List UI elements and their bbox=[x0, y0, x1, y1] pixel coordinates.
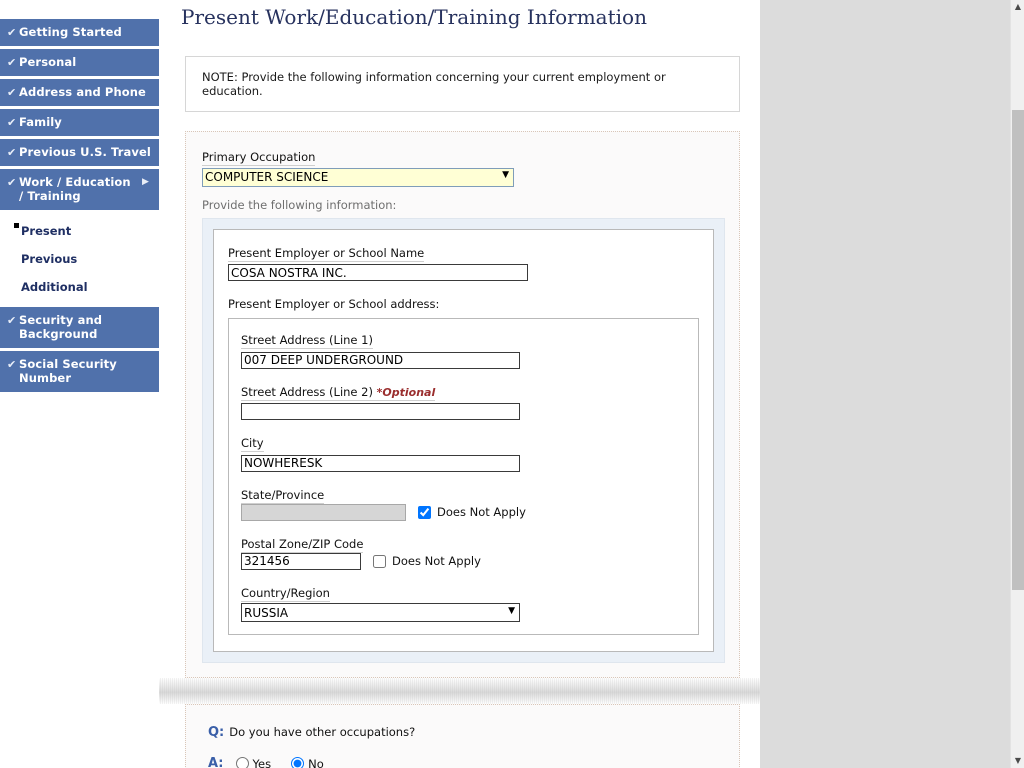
employer-panel-outer: Present Employer or School Name Present … bbox=[202, 217, 725, 663]
sidebar-item-family[interactable]: ✔ Family bbox=[0, 109, 159, 139]
street1-label: Street Address (Line 1) bbox=[241, 333, 373, 349]
address-panel: Street Address (Line 1) Street Address (… bbox=[228, 318, 699, 635]
employer-name-label: Present Employer or School Name bbox=[228, 245, 425, 262]
check-icon: ✔ bbox=[7, 116, 17, 129]
question-row: Q: Do you have other occupations? bbox=[208, 725, 725, 740]
answer-mark-label: A: bbox=[208, 756, 224, 768]
country-group: Country/Region RUSSIA ▼ bbox=[241, 582, 686, 622]
state-does-not-apply-checkbox[interactable] bbox=[418, 505, 431, 519]
note-text: NOTE: Provide the following information … bbox=[202, 70, 666, 98]
sidebar-subitem-label: Additional bbox=[21, 280, 88, 294]
state-input bbox=[241, 503, 406, 521]
check-icon: ✔ bbox=[7, 26, 17, 39]
answer-row: A: Yes No bbox=[208, 756, 725, 768]
check-icon: ✔ bbox=[7, 314, 17, 327]
sidebar-item-label: Address and Phone bbox=[19, 85, 146, 99]
street2-input[interactable] bbox=[241, 403, 520, 420]
street2-label-text: Street Address (Line 2) bbox=[241, 384, 373, 399]
primary-occupation-label: Primary Occupation bbox=[202, 150, 316, 166]
sidebar-item-address-and-phone[interactable]: ✔ Address and Phone bbox=[0, 79, 159, 109]
main-content: Present Work/Education/Training Informat… bbox=[159, 0, 760, 768]
other-occupations-yes-radio[interactable] bbox=[235, 757, 249, 768]
question-mark-label: Q: bbox=[208, 725, 225, 740]
scroll-down-arrow-icon[interactable]: ▼ bbox=[1011, 754, 1024, 768]
primary-occupation-group: Primary Occupation COMPUTER SCIENCE ▼ bbox=[202, 146, 725, 187]
primary-occupation-select[interactable]: COMPUTER SCIENCE bbox=[202, 167, 514, 187]
provide-info-hint: Provide the following information: bbox=[202, 197, 397, 212]
check-icon: ✔ bbox=[7, 86, 17, 99]
city-input[interactable] bbox=[241, 454, 520, 472]
postal-input[interactable] bbox=[241, 552, 361, 570]
employer-panel-inner: Present Employer or School Name Present … bbox=[213, 228, 714, 652]
vertical-scrollbar[interactable]: ▲ ▼ bbox=[1010, 0, 1024, 768]
street2-optional-tag: *Optional bbox=[376, 385, 436, 399]
sidebar-item-previous-us-travel[interactable]: ✔ Previous U.S. Travel bbox=[0, 139, 159, 169]
other-occupations-no-label: No bbox=[308, 756, 324, 768]
note-box: NOTE: Provide the following information … bbox=[185, 56, 740, 112]
sidebar-subitem-label: Present bbox=[21, 224, 72, 238]
country-select[interactable]: RUSSIA bbox=[241, 603, 520, 622]
sidebar: ✔ Getting Started ✔ Personal ✔ Address and … bbox=[0, 0, 159, 768]
scroll-up-arrow-icon[interactable]: ▲ bbox=[1011, 0, 1024, 14]
check-icon: ✔ bbox=[7, 56, 17, 69]
sidebar-subitem-present[interactable]: Present bbox=[0, 217, 159, 245]
question-text: Do you have other occupations? bbox=[229, 725, 416, 739]
check-icon: ✔ bbox=[7, 358, 17, 371]
street2-group: Street Address (Line 2) *Optional bbox=[241, 381, 686, 420]
sidebar-subitem-label: Previous bbox=[21, 252, 78, 266]
work-info-section: Primary Occupation COMPUTER SCIENCE ▼ Pr… bbox=[185, 131, 740, 678]
page-title: Present Work/Education/Training Informat… bbox=[181, 5, 647, 29]
sidebar-item-personal[interactable]: ✔ Personal bbox=[0, 49, 159, 79]
street1-group: Street Address (Line 1) bbox=[241, 329, 686, 369]
sidebar-item-label: Security and Background bbox=[19, 313, 103, 341]
postal-does-not-apply-label: Does Not Apply bbox=[392, 554, 481, 568]
postal-group: Postal Zone/ZIP Code Does Not Apply bbox=[241, 533, 686, 570]
state-does-not-apply-label: Does Not Apply bbox=[437, 505, 526, 519]
sidebar-subnav: Present Previous Additional bbox=[0, 213, 159, 307]
chevron-right-icon: ▶ bbox=[141, 177, 149, 187]
check-icon: ✔ bbox=[7, 176, 17, 189]
sidebar-item-security-and-background[interactable]: ✔ Security and Background bbox=[0, 307, 159, 351]
sidebar-item-label: Previous U.S. Travel bbox=[19, 145, 151, 159]
other-occupations-yes-label: Yes bbox=[252, 756, 272, 768]
country-select-wrap: RUSSIA ▼ bbox=[241, 602, 520, 622]
right-gray-panel bbox=[760, 0, 1010, 768]
street1-input[interactable] bbox=[241, 351, 520, 369]
sidebar-subitem-additional[interactable]: Additional bbox=[0, 273, 159, 301]
section-separator bbox=[159, 678, 760, 704]
sidebar-item-label: Family bbox=[19, 115, 62, 129]
other-occupations-section: Q: Do you have other occupations? A: Yes … bbox=[185, 704, 740, 768]
sidebar-item-getting-started[interactable]: ✔ Getting Started bbox=[0, 19, 159, 49]
postal-label: Postal Zone/ZIP Code bbox=[241, 536, 364, 553]
city-group: City bbox=[241, 432, 686, 472]
sidebar-item-label: Personal bbox=[19, 55, 77, 69]
scrollbar-thumb[interactable] bbox=[1012, 110, 1024, 590]
state-label: State/Province bbox=[241, 487, 325, 504]
sidebar-item-social-security-number[interactable]: ✔ Social Security Number bbox=[0, 351, 159, 395]
country-label: Country/Region bbox=[241, 585, 330, 602]
employer-name-input[interactable] bbox=[228, 264, 528, 281]
other-occupations-no-radio[interactable] bbox=[291, 757, 305, 768]
check-icon: ✔ bbox=[7, 146, 17, 159]
postal-does-not-apply-checkbox[interactable] bbox=[373, 554, 386, 568]
employer-address-group: Present Employer or School address: Stre… bbox=[228, 293, 699, 635]
state-group: State/Province Does Not Apply bbox=[241, 484, 686, 521]
employer-name-group: Present Employer or School Name bbox=[228, 242, 699, 281]
employer-address-label: Present Employer or School address: bbox=[228, 297, 440, 311]
sidebar-subitem-previous[interactable]: Previous bbox=[0, 245, 159, 273]
sidebar-item-label: Work / Education / Training bbox=[19, 175, 131, 203]
sidebar-item-label: Social Security Number bbox=[19, 357, 117, 385]
sidebar-item-label: Getting Started bbox=[19, 25, 122, 39]
primary-occupation-select-wrap: COMPUTER SCIENCE ▼ bbox=[202, 166, 514, 187]
city-label: City bbox=[241, 436, 264, 452]
sidebar-item-work-education-training[interactable]: ✔ Work / Education / Training ▶ bbox=[0, 169, 159, 213]
street2-label: Street Address (Line 2) *Optional bbox=[241, 384, 436, 401]
